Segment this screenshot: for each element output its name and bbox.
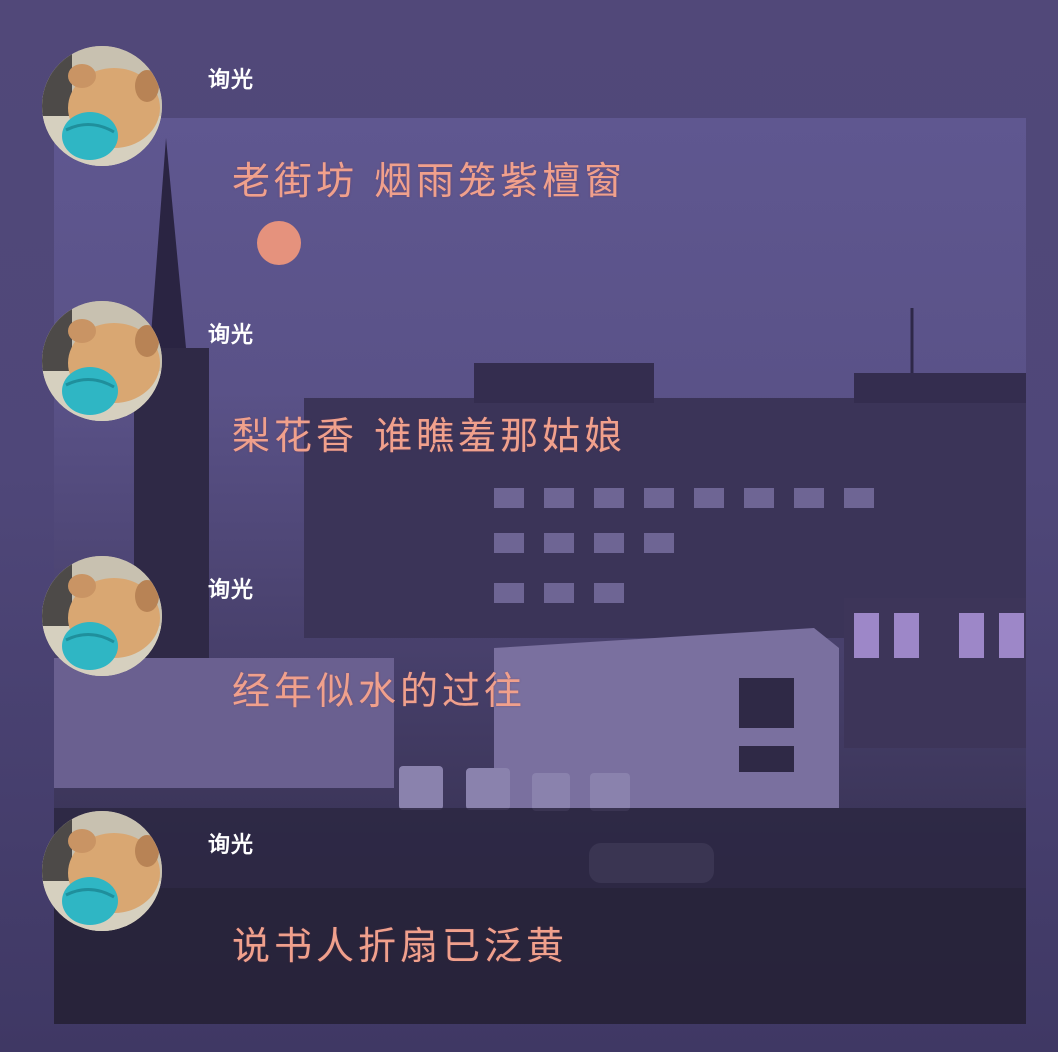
message-text[interactable]: 梨花香 谁瞧羞那姑娘 [232, 405, 626, 460]
chat-message: 询光 老街坊 烟雨笼紫檀窗 [0, 46, 1058, 246]
sender-name: 询光 [208, 832, 255, 858]
chat-message: 询光 梨花香 谁瞧羞那姑娘 [0, 301, 1058, 501]
sender-name: 询光 [208, 577, 255, 603]
sender-name: 询光 [208, 67, 255, 93]
message-text[interactable]: 经年似水的过往 [232, 660, 526, 715]
avatar-icon[interactable] [42, 556, 162, 676]
sender-name: 询光 [208, 322, 255, 348]
dog-with-mask-avatar-icon [42, 811, 162, 931]
avatar-icon[interactable] [42, 46, 162, 166]
dog-with-mask-avatar-icon [42, 556, 162, 676]
avatar-icon[interactable] [42, 811, 162, 931]
chat-message: 询光 经年似水的过往 [0, 556, 1058, 756]
chat-screen: 询光 老街坊 烟雨笼紫檀窗 询光 梨花香 谁瞧羞那姑娘 询光 经年似水的过往 询… [0, 0, 1058, 1052]
message-text[interactable]: 说书人折扇已泛黄 [232, 915, 568, 970]
avatar-icon[interactable] [42, 301, 162, 421]
chat-message: 询光 说书人折扇已泛黄 [0, 811, 1058, 1011]
dog-with-mask-avatar-icon [42, 301, 162, 421]
message-text[interactable]: 老街坊 烟雨笼紫檀窗 [232, 150, 626, 205]
dog-with-mask-avatar-icon [42, 46, 162, 166]
